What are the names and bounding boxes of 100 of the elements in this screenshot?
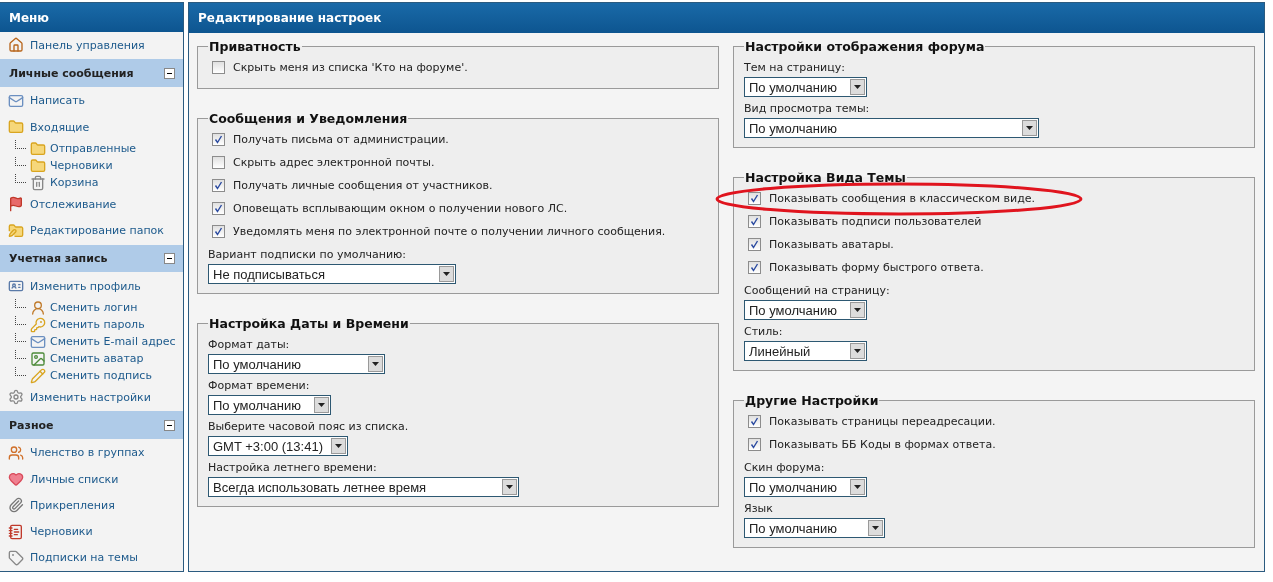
dropdown[interactable]: Всегда использовать летнее время	[208, 477, 519, 497]
checkbox-label: Показывать ББ Коды в формах ответа.	[769, 438, 996, 451]
menu-sublink[interactable]: Сменить E-mail адрес	[0, 333, 183, 351]
field-label: Вид просмотра темы:	[744, 101, 871, 117]
checkbox[interactable]	[212, 179, 225, 192]
field-label: Тем на страницу:	[744, 60, 846, 76]
caret-icon[interactable]	[331, 438, 346, 454]
checkbox-label: Показывать страницы переадресации.	[769, 415, 996, 428]
field-label: Сообщений на страницу:	[744, 283, 891, 299]
caret-icon[interactable]	[850, 79, 865, 95]
menu-link[interactable]: Прикрепления	[0, 492, 183, 519]
envelope-icon	[8, 92, 24, 109]
checkbox-label: Скрыть меня из списка 'Кто на форуме'.	[233, 61, 468, 74]
caret-icon[interactable]	[502, 479, 517, 495]
collapse-icon[interactable]	[164, 252, 175, 264]
menu-link[interactable]: Изменить настройки	[0, 384, 183, 411]
dropdown[interactable]: GMT +3:00 (13:41)	[208, 436, 348, 456]
menu-title: Меню	[0, 3, 183, 33]
person-icon	[30, 299, 46, 316]
field-label: Стиль:	[744, 324, 784, 340]
menu-sublink[interactable]: Отправленные	[0, 140, 183, 158]
menu-sublink[interactable]: Корзина	[0, 174, 183, 192]
dropdown[interactable]: По умолчанию	[744, 477, 867, 497]
menu-section-header[interactable]: Учетная запись	[0, 244, 183, 272]
dropdown[interactable]: По умолчанию	[744, 518, 885, 538]
dropdown[interactable]: Линейный	[744, 341, 867, 361]
caret-icon[interactable]	[850, 479, 865, 495]
folder-icon	[8, 119, 24, 135]
folder-icon	[30, 157, 46, 174]
group-title: Сообщения и Уведомления	[208, 111, 409, 126]
flag-icon	[8, 196, 24, 213]
menu-link[interactable]: Изменить профиль	[0, 272, 183, 300]
field-label: Язык	[744, 501, 774, 517]
checkbox[interactable]	[212, 133, 225, 146]
menu-sublink[interactable]: Черновики	[0, 157, 183, 175]
panel-title: Редактирование настроек	[189, 3, 1264, 33]
dropdown[interactable]: По умолчанию	[208, 354, 385, 374]
collapse-icon[interactable]	[164, 67, 175, 79]
menu-link[interactable]: Членство в группах	[0, 439, 183, 466]
caret-icon[interactable]	[314, 397, 329, 413]
menu-link[interactable]: Личные списки	[0, 465, 183, 493]
house-icon	[8, 37, 24, 54]
caret-icon[interactable]	[868, 520, 883, 536]
checkbox-label: Показывать форму быстрого ответа.	[769, 261, 984, 274]
caret-icon[interactable]	[439, 266, 454, 282]
menu-link[interactable]: Входящие	[0, 113, 183, 141]
menu-link[interactable]: Отслеживание	[0, 191, 183, 218]
checkbox[interactable]	[748, 261, 761, 274]
notebook-icon	[8, 523, 24, 540]
heart-icon	[8, 471, 24, 488]
caret-icon[interactable]	[1022, 120, 1037, 136]
caret-icon[interactable]	[850, 343, 865, 359]
menu-link[interactable]: Черновики	[0, 518, 183, 545]
group-title: Настройки отображения форума	[744, 39, 986, 54]
caret-icon[interactable]	[850, 302, 865, 318]
menu-link[interactable]: Панель управления	[0, 32, 183, 59]
checkbox-label: Получать личные сообщения от участников.	[233, 179, 493, 192]
checkbox[interactable]	[212, 156, 225, 169]
trash-icon	[30, 174, 46, 191]
group-title: Приватность	[208, 39, 302, 54]
menu-sublink[interactable]: Сменить аватар	[0, 350, 183, 368]
menu-section-header[interactable]: Личные сообщения	[0, 59, 183, 87]
folder-icon	[30, 140, 46, 157]
settings-icon	[8, 389, 24, 406]
dropdown[interactable]: По умолчанию	[744, 118, 1039, 138]
field-label: Вариант подписки по умолчанию:	[208, 247, 407, 263]
collapse-icon[interactable]	[164, 419, 175, 431]
dropdown[interactable]: Не подписываться	[208, 264, 456, 284]
checkbox-label: Показывать сообщения в классическом виде.	[769, 192, 1036, 205]
field-label: Формат даты:	[208, 337, 291, 353]
menu-link[interactable]: Редактирование папок	[0, 217, 183, 244]
paperclip-icon	[8, 497, 24, 514]
field-label: Выберите часовой пояс из списка.	[208, 419, 410, 435]
checkbox[interactable]	[748, 415, 761, 428]
folder-pencil-icon	[8, 222, 24, 239]
checkbox-label: Показывать аватары.	[769, 238, 894, 251]
menu-sublink[interactable]: Сменить логин	[0, 299, 183, 317]
menu-link[interactable]: Написать	[0, 87, 183, 114]
dropdown[interactable]: По умолчанию	[744, 77, 867, 97]
people-icon	[8, 444, 24, 461]
menu-link[interactable]: Подписки на темы	[0, 544, 183, 571]
dropdown[interactable]: По умолчанию	[208, 395, 331, 415]
checkbox[interactable]	[212, 225, 225, 238]
checkbox[interactable]	[212, 202, 225, 215]
field-label: Настройка летнего времени:	[208, 460, 378, 476]
checkbox[interactable]	[748, 238, 761, 251]
checkbox[interactable]	[748, 215, 761, 228]
tag-icon	[8, 549, 24, 566]
group-title: Настройка Даты и Времени	[208, 316, 410, 331]
dropdown[interactable]: По умолчанию	[744, 300, 867, 320]
field-label: Формат времени:	[208, 378, 311, 394]
checkbox[interactable]	[748, 438, 761, 451]
menu-sublink[interactable]: Сменить пароль	[0, 316, 183, 334]
menu-section-header[interactable]: Разное	[0, 411, 183, 439]
checkbox-label: Скрыть адрес электронной почты.	[233, 156, 435, 169]
checkbox[interactable]	[212, 61, 225, 74]
caret-icon[interactable]	[368, 356, 383, 372]
pencil-icon	[30, 367, 46, 384]
checkbox[interactable]	[748, 192, 761, 205]
menu-sublink[interactable]: Сменить подпись	[0, 367, 183, 385]
